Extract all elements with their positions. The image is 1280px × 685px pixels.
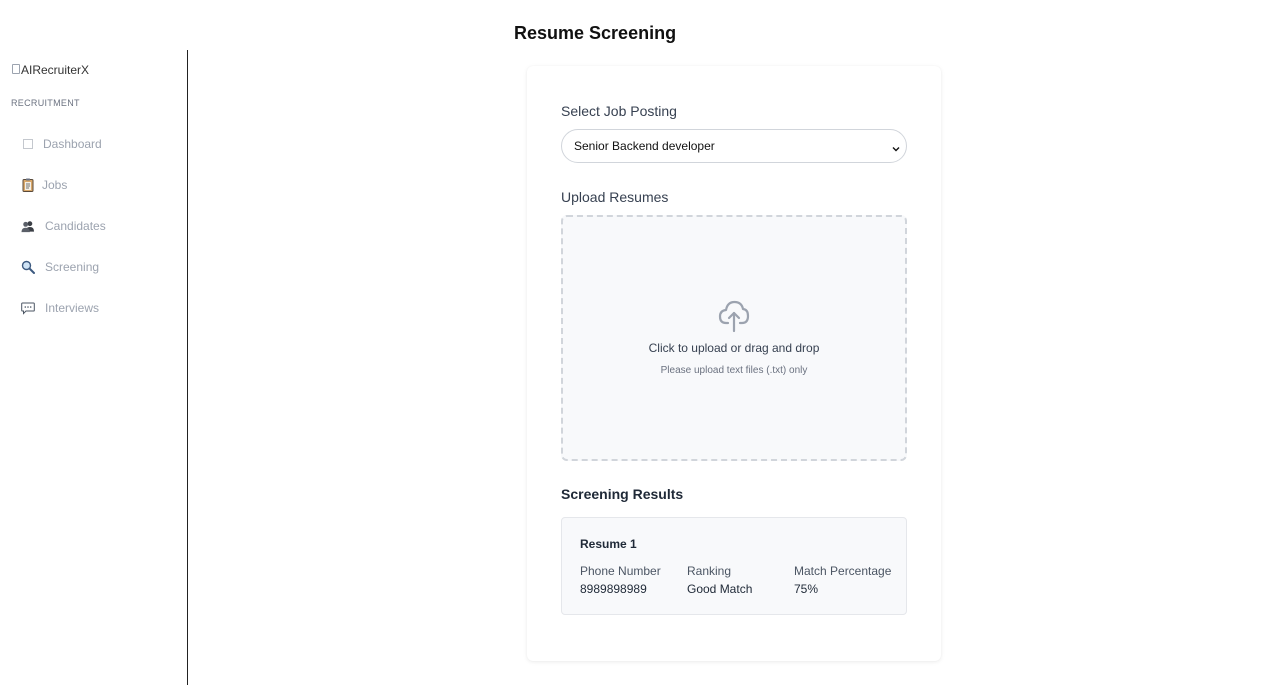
sidebar-item-label: Screening: [45, 260, 100, 274]
sidebar-item-label: Candidates: [45, 219, 106, 233]
clipboard-icon: [21, 178, 35, 192]
job-posting-select[interactable]: Senior Backend developer: [561, 129, 907, 163]
sidebar-item-jobs[interactable]: Jobs: [21, 178, 67, 192]
sidebar-item-screening[interactable]: Screening: [21, 260, 99, 274]
sidebar-item-dashboard[interactable]: Dashboard: [21, 137, 102, 151]
logo[interactable]: AIRecruiterX: [12, 63, 89, 77]
ranking-value: Good Match: [687, 582, 753, 596]
sidebar-item-label: Dashboard: [43, 137, 102, 151]
match-value: 75%: [794, 582, 819, 596]
logo-alt-text: AIRecruiterX: [21, 63, 90, 77]
sidebar-item-label: Interviews: [45, 301, 100, 315]
result-name: Resume 1: [580, 537, 637, 551]
phone-label: Phone Number: [580, 564, 661, 578]
chevron-down-icon: [892, 142, 900, 152]
sidebar-item-label: Jobs: [42, 178, 68, 192]
phone-value: 8989898989: [580, 582, 647, 596]
cloud-upload-icon: [718, 299, 750, 338]
broken-image-icon: [12, 64, 20, 74]
job-posting-selected-value: Senior Backend developer: [574, 139, 715, 153]
sidebar: AIRecruiterX RECRUITMENT Dashboard Jobs: [0, 50, 188, 685]
section-label: RECRUITMENT: [11, 98, 80, 108]
sidebar-item-interviews[interactable]: Interviews: [21, 301, 99, 315]
page-title: Resume Screening: [514, 23, 677, 43]
sidebar-item-candidates[interactable]: Candidates: [21, 219, 106, 233]
job-posting-label: Select Job Posting: [561, 103, 677, 119]
dashboard-icon: [21, 137, 35, 151]
magnifier-icon: [21, 260, 35, 274]
phone-column: Phone Number 8989898989: [580, 564, 661, 596]
result-card: Resume 1 Phone Number 8989898989 Ranking…: [561, 517, 907, 615]
resume-dropzone[interactable]: Click to upload or drag and drop Please …: [561, 215, 907, 461]
dropzone-text: Click to upload or drag and drop: [648, 341, 820, 355]
ranking-column: Ranking Good Match: [687, 564, 752, 596]
speech-bubble-icon: [21, 301, 35, 315]
match-label: Match Percentage: [794, 564, 892, 578]
dropzone-hint: Please upload text files (.txt) only: [660, 365, 808, 376]
match-column: Match Percentage 75%: [794, 564, 891, 596]
screening-card: Select Job Posting Senior Backend develo…: [527, 66, 941, 661]
ranking-label: Ranking: [687, 564, 732, 578]
upload-resumes-label: Upload Resumes: [561, 189, 669, 205]
people-icon: [21, 219, 35, 233]
screening-results-title: Screening Results: [561, 486, 684, 502]
